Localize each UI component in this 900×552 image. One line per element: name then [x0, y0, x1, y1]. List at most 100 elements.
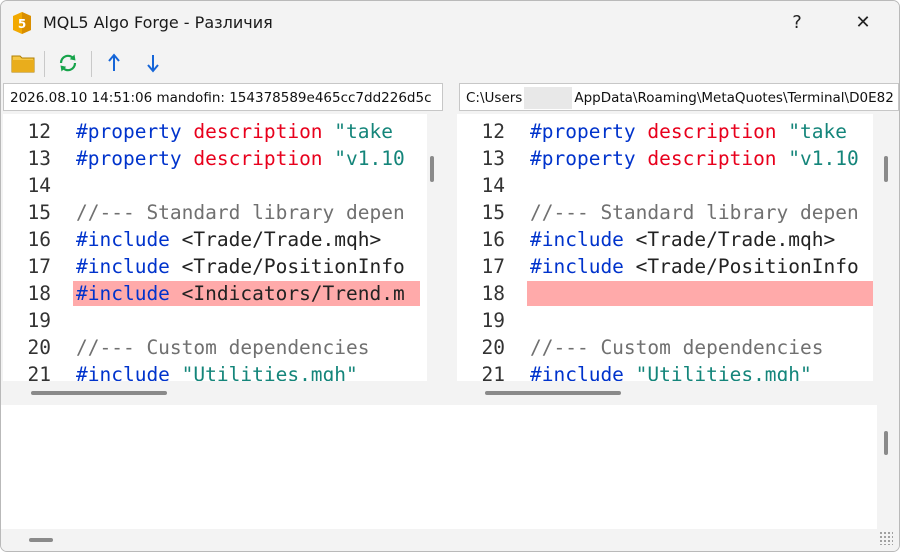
bottom-horizontal-scrollbar[interactable]: [29, 538, 53, 542]
code-token: description: [647, 147, 789, 170]
resize-grip[interactable]: [879, 531, 893, 545]
window-title: MQL5 Algo Forge - Различия: [43, 13, 273, 32]
diff-highlight: [527, 281, 873, 306]
code-token: "Utilities.mqh": [181, 363, 358, 381]
line-number: 15: [27, 201, 51, 224]
close-button[interactable]: ✕: [851, 11, 875, 35]
line-number: 15: [481, 201, 505, 224]
code-token: description: [647, 120, 789, 143]
code-token: #include: [76, 228, 182, 251]
right-vertical-scrollbar[interactable]: [884, 156, 888, 182]
line-number: 12: [481, 120, 505, 143]
line-number: 19: [27, 309, 51, 332]
right-path-field[interactable]: C:\Users AppData\Roaming\MetaQuotes\Termi…: [459, 83, 899, 111]
line-number: 17: [27, 255, 51, 278]
code-token: #include: [530, 255, 636, 278]
bottom-vertical-scrollbar[interactable]: [884, 431, 888, 455]
right-line-gutter: 12 13 14 15 16 17 18 19 20 21: [457, 114, 527, 381]
line-number: 20: [27, 336, 51, 359]
left-code-pane[interactable]: 12 13 14 15 16 17 18 19 20 21 #property descripti…: [3, 114, 427, 381]
code-token: #property: [76, 147, 194, 170]
right-horizontal-scrollbar[interactable]: [485, 391, 621, 395]
code-token: "v1.10: [788, 147, 859, 170]
code-token: description: [193, 120, 335, 143]
help-button[interactable]: ?: [785, 11, 809, 35]
line-number: 12: [27, 120, 51, 143]
refresh-button[interactable]: [54, 49, 82, 77]
code-token: #include: [76, 255, 182, 278]
code-line: #include "Utilities.mqh": [76, 361, 358, 381]
bottom-diff-panel[interactable]: [1, 405, 877, 529]
code-token: #include: [530, 363, 636, 381]
code-line: //--- Custom dependencies: [530, 334, 824, 361]
line-number: 13: [27, 147, 51, 170]
code-token: #include: [530, 228, 636, 251]
right-path-suffix: AppData\Roaming\MetaQuotes\Terminal\D0E8…: [574, 90, 894, 106]
next-diff-button[interactable]: [139, 49, 167, 77]
left-code-area[interactable]: #property description "take #property des…: [73, 114, 420, 381]
code-token: //--- Standard library depen: [76, 201, 405, 224]
code-line: //--- Custom dependencies: [76, 334, 370, 361]
code-token: "take: [788, 120, 847, 143]
code-line: #property description "take: [530, 118, 847, 145]
line-number: 21: [481, 363, 505, 381]
code-line: #property description "v1.10: [76, 145, 405, 172]
line-number: 14: [27, 174, 51, 197]
app-icon: 5: [13, 12, 31, 34]
left-path-field[interactable]: 2026.08.10 14:51:06 mandofin: 154378589e…: [3, 83, 443, 111]
line-number: 16: [481, 228, 505, 251]
code-token: <Indicators/Trend.m: [181, 282, 405, 305]
arrow-up-icon: [108, 53, 120, 71]
line-number: 18: [481, 282, 505, 305]
code-token: //--- Custom dependencies: [76, 336, 370, 359]
code-token: #property: [530, 120, 648, 143]
code-token: //--- Custom dependencies: [530, 336, 824, 359]
code-token: //--- Standard library depen: [530, 201, 859, 224]
line-number: 19: [481, 309, 505, 332]
code-token: #include: [76, 363, 182, 381]
open-folder-icon: [11, 55, 35, 73]
code-token: "take: [334, 120, 393, 143]
code-line: #property description "v1.10: [530, 145, 859, 172]
toolbar-separator: [91, 51, 92, 77]
left-horizontal-scrollbar[interactable]: [31, 391, 167, 395]
left-vertical-scrollbar[interactable]: [430, 156, 434, 182]
code-line: #include <Trade/Trade.mqh>: [530, 226, 835, 253]
right-code-area[interactable]: #property description "take #property des…: [527, 114, 873, 381]
code-token: <Trade/Trade.mqh>: [181, 228, 382, 251]
right-path-prefix: C:\Users: [466, 90, 523, 106]
code-token: <Trade/PositionInfo: [181, 255, 405, 278]
line-number: 20: [481, 336, 505, 359]
code-line: //--- Standard library depen: [76, 199, 405, 226]
line-number: 21: [27, 363, 51, 381]
code-token: #property: [76, 120, 194, 143]
title-bar: 5 MQL5 Algo Forge - Различия ? ✕: [1, 1, 899, 45]
bottom-horizontal-scroll-area: [1, 529, 899, 551]
line-number: 18: [27, 282, 51, 305]
open-folder-button[interactable]: [9, 49, 37, 77]
line-number: 14: [481, 174, 505, 197]
code-token: "Utilities.mqh": [635, 363, 812, 381]
horizontal-scroll-area: [3, 381, 899, 405]
code-line: #include <Trade/PositionInfo: [530, 253, 859, 280]
code-line: #include <Trade/Trade.mqh>: [76, 226, 381, 253]
refresh-icon: [59, 54, 77, 72]
left-line-gutter: 12 13 14 15 16 17 18 19 20 21: [3, 114, 73, 381]
svg-text:5: 5: [18, 17, 26, 31]
line-number: 16: [27, 228, 51, 251]
toolbar: [1, 45, 899, 81]
code-token: description: [193, 147, 335, 170]
diff-window: 5 MQL5 Algo Forge - Различия ? ✕ 2026.08…: [0, 0, 900, 552]
toolbar-separator: [44, 51, 45, 77]
arrow-down-icon: [147, 55, 159, 73]
redacted-username: [524, 87, 573, 109]
prev-diff-button[interactable]: [100, 49, 128, 77]
code-token: "v1.10: [334, 147, 405, 170]
code-line: #include <Trade/PositionInfo: [76, 253, 405, 280]
left-path-text: 2026.08.10 14:51:06 mandofin: 154378589e…: [10, 90, 432, 106]
line-number: 13: [481, 147, 505, 170]
code-token: <Trade/Trade.mqh>: [635, 228, 836, 251]
right-code-pane[interactable]: 12 13 14 15 16 17 18 19 20 21 #property descripti…: [457, 114, 873, 381]
code-token: <Trade/PositionInfo: [635, 255, 859, 278]
line-number: 17: [481, 255, 505, 278]
